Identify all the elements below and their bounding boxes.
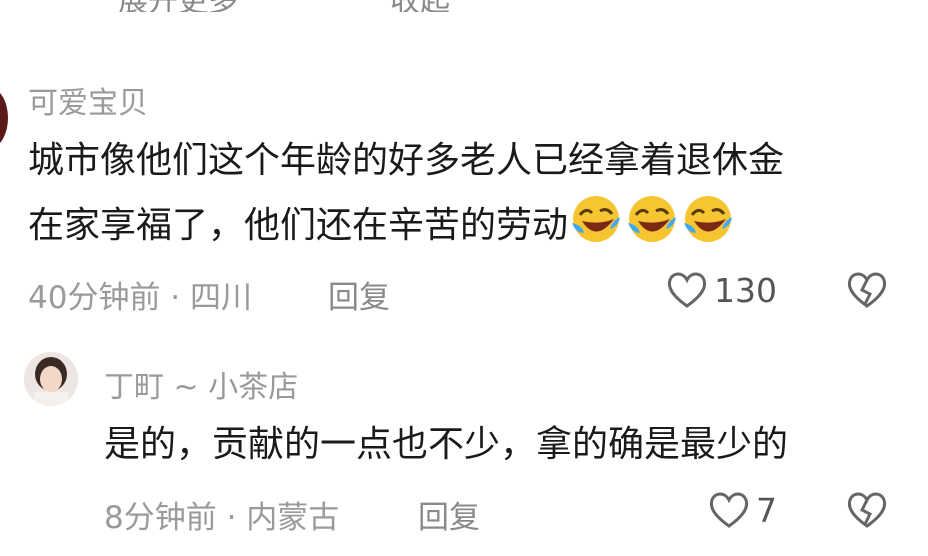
dislike-button[interactable] — [846, 270, 888, 310]
reply-button[interactable]: 回复 — [328, 272, 390, 317]
heart-icon — [666, 270, 708, 310]
dislike-button[interactable] — [846, 490, 888, 530]
rolling-laughing-emoji-icon — [568, 193, 624, 245]
like-button[interactable]: 130 — [666, 270, 777, 310]
comment-location: 内蒙古 — [246, 500, 340, 536]
avatar[interactable] — [24, 352, 78, 406]
previous-comment-actions: 展开更多 收起 — [0, 0, 928, 12]
like-button[interactable]: 7 — [708, 490, 777, 530]
avatar[interactable] — [0, 88, 8, 148]
comment-time: 8分钟前 — [104, 500, 217, 536]
heart-icon — [708, 490, 750, 530]
like-count: 130 — [714, 270, 777, 310]
comment-text-line: 是的，贡献的一点也不少，拿的确是最少的 — [104, 424, 789, 465]
broken-heart-icon — [846, 490, 888, 530]
comment-meta: 40分钟前 · 四川 — [28, 280, 253, 316]
expand-more-link[interactable]: 展开更多 — [118, 0, 238, 12]
comment-username[interactable]: 可爱宝贝 — [28, 78, 148, 122]
comment-username[interactable]: 丁町 ~ 小茶店 — [104, 362, 298, 406]
comment-text-line: 在家享福了，他们还在辛苦的劳动 — [28, 193, 736, 257]
comment-meta: 8分钟前 · 内蒙古 — [104, 500, 340, 536]
comment-text: 在家享福了，他们还在辛苦的劳动 — [28, 205, 569, 246]
rolling-laughing-emoji-icon — [680, 193, 736, 245]
broken-heart-icon — [846, 270, 888, 310]
comment-location: 四川 — [190, 280, 253, 316]
reply-button[interactable]: 回复 — [418, 492, 480, 537]
collapse-link[interactable]: 收起 — [390, 0, 450, 12]
comment-time: 40分钟前 — [28, 280, 161, 316]
like-count: 7 — [756, 490, 777, 530]
comment-text-line: 城市像他们这个年龄的好多老人已经拿着退休金 — [28, 140, 785, 181]
rolling-laughing-emoji-icon — [624, 193, 680, 245]
